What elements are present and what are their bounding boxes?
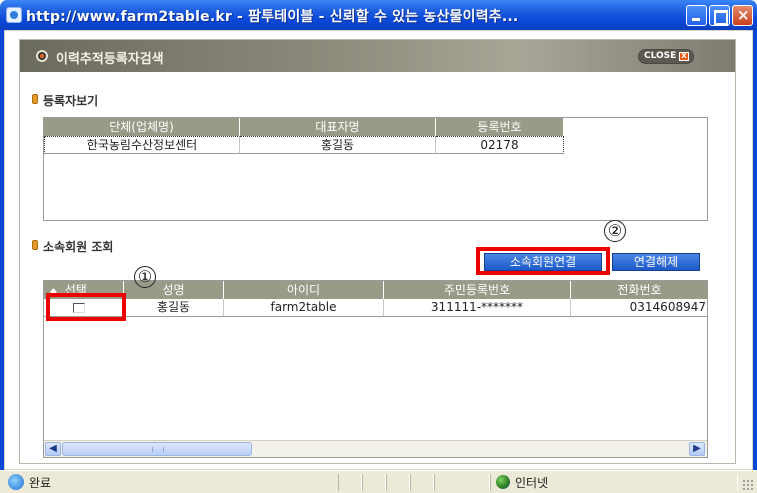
status-cell	[410, 474, 434, 491]
window-close-button[interactable]: ×	[732, 5, 753, 26]
section-bullet-icon	[32, 94, 38, 104]
table-row[interactable]: 한국농림수산정보센터 홍길동 02178	[44, 136, 564, 154]
status-bar: 완료 인터넷	[0, 470, 757, 493]
maximize-button[interactable]	[709, 5, 730, 26]
member-section-title: 소속회원 조회	[32, 238, 113, 255]
status-text: 완료	[29, 476, 52, 490]
link-member-button[interactable]: 소속회원연결	[484, 253, 602, 271]
cell-rrn: 311111-*******	[384, 299, 571, 317]
annotation-marker-1: ①	[134, 266, 156, 288]
status-cell	[386, 474, 410, 491]
page-content: 이력추적등록자검색 CLOSE X 등록자보기 단체(업체명) 대표자명 등록번…	[4, 30, 753, 470]
window-title: http://www.farm2table.kr - 팜투테이블 - 신뢰할 수…	[26, 9, 519, 25]
col-representative: 대표자명	[240, 118, 436, 136]
popup-panel: 이력추적등록자검색 CLOSE X 등록자보기 단체(업체명) 대표자명 등록번…	[19, 39, 736, 464]
cell-name: 홍길동	[124, 299, 224, 317]
cell-representative: 홍길동	[240, 136, 436, 154]
col-phone[interactable]: 전화번호	[571, 281, 707, 299]
col-rrn[interactable]: 주민등록번호	[384, 281, 571, 299]
registrant-table-header: 단체(업체명) 대표자명 등록번호	[44, 118, 564, 136]
window-frame: 이력추적등록자검색 CLOSE X 등록자보기 단체(업체명) 대표자명 등록번…	[0, 30, 757, 470]
close-label: CLOSE	[644, 51, 677, 61]
popup-close-button[interactable]: CLOSE X	[638, 49, 694, 64]
scroll-left-arrow-icon[interactable]: ◀	[45, 442, 61, 456]
popup-title: 이력추적등록자검색	[56, 52, 164, 67]
scroll-right-arrow-icon[interactable]: ▶	[689, 442, 705, 456]
internet-zone-globe-icon	[496, 475, 510, 489]
status-cell	[362, 474, 386, 491]
status-cell	[338, 474, 362, 491]
cell-phone: 0314608947	[571, 299, 707, 317]
registrant-section-label: 등록자보기	[43, 94, 99, 108]
registrant-section-title: 등록자보기	[32, 92, 98, 109]
status-cell	[434, 474, 490, 491]
close-x-icon: X	[679, 52, 689, 61]
cell-company: 한국농림수산정보센터	[44, 136, 240, 154]
annotation-marker-2: ②	[604, 220, 626, 242]
security-zone-label: 인터넷	[515, 476, 549, 490]
resize-grip-icon[interactable]	[742, 479, 754, 491]
cell-reg-number: 02178	[436, 136, 564, 154]
table-row[interactable]: 홍길동 farm2table 311111-******* 0314608947	[44, 299, 707, 317]
col-company: 단체(업체명)	[44, 118, 240, 136]
registrant-table: 단체(업체명) 대표자명 등록번호 한국농림수산정보센터 홍길동 02178	[43, 117, 708, 221]
popup-header: 이력추적등록자검색 CLOSE X	[20, 40, 735, 72]
cell-id: farm2table	[224, 299, 384, 317]
member-section-label: 소속회원 조회	[43, 240, 114, 254]
window-titlebar: http://www.farm2table.kr - 팜투테이블 - 신뢰할 수…	[0, 0, 757, 30]
close-icon: ×	[737, 6, 750, 24]
scrollbar-thumb[interactable]	[62, 442, 252, 456]
col-id[interactable]: 아이디	[224, 281, 384, 299]
unlink-member-button[interactable]: 연결해제	[612, 253, 700, 271]
horizontal-scrollbar[interactable]: ◀ ▶	[44, 440, 707, 457]
header-bullet-icon	[36, 50, 48, 62]
ie-page-icon	[6, 7, 22, 23]
col-reg-number: 등록번호	[436, 118, 564, 136]
member-table: ◆ 선택 성명 아이디 주민등록번호 전화번호 홍길동 farm2table 3…	[43, 280, 708, 458]
section-bullet-icon	[32, 240, 38, 250]
minimize-button[interactable]	[686, 5, 707, 26]
highlight-box-checkbox	[46, 293, 126, 321]
ie-status-icon	[8, 474, 24, 490]
